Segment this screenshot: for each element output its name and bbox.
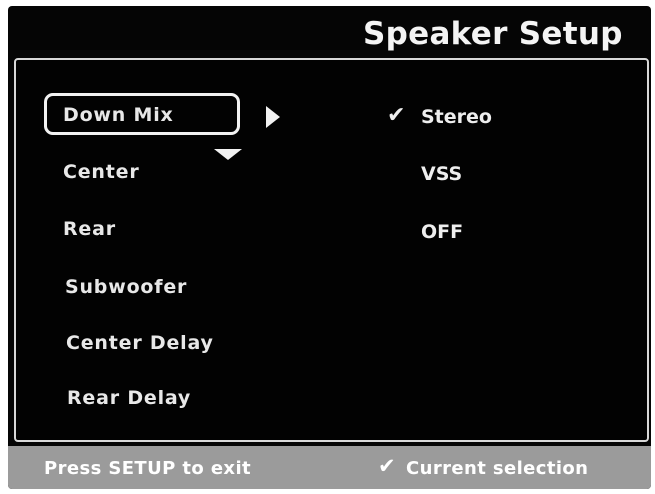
menu-item-rear-delay[interactable]: Rear Delay bbox=[67, 387, 191, 409]
current-selection-legend: Current selection bbox=[406, 458, 589, 479]
arrow-down-icon bbox=[214, 149, 242, 160]
option-stereo[interactable]: Stereo bbox=[421, 106, 492, 128]
checkmark-icon: ✔ bbox=[387, 103, 406, 128]
exit-hint: Press SETUP to exit bbox=[44, 458, 252, 479]
menu-item-subwoofer[interactable]: Subwoofer bbox=[65, 276, 187, 298]
option-off[interactable]: OFF bbox=[421, 221, 463, 243]
menu-item-rear[interactable]: Rear bbox=[63, 218, 116, 240]
checkmark-legend-icon: ✔ bbox=[378, 454, 396, 478]
option-vss[interactable]: VSS bbox=[421, 163, 462, 185]
page-title: Speaker Setup bbox=[363, 16, 623, 52]
menu-item-center-delay[interactable]: Center Delay bbox=[66, 332, 214, 354]
arrow-right-icon bbox=[266, 106, 280, 128]
menu-item-down-mix[interactable]: Down Mix bbox=[63, 104, 174, 126]
tv-screen: Speaker Setup Down Mix Center Rear Subwo… bbox=[8, 6, 651, 489]
menu-item-center[interactable]: Center bbox=[63, 161, 140, 183]
